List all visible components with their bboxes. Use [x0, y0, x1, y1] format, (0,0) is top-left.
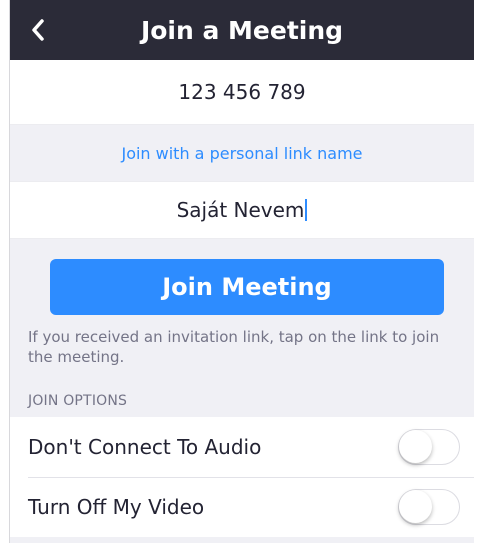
personal-link-button[interactable]: Join with a personal link name [10, 125, 474, 181]
option-dont-connect-audio: Don't Connect To Audio [10, 417, 474, 477]
join-options-header: JOIN OPTIONS [28, 393, 128, 409]
join-meeting-button[interactable]: Join Meeting [50, 259, 444, 315]
option-label: Turn Off My Video [28, 495, 205, 519]
option-turn-off-video: Turn Off My Video [10, 477, 474, 537]
display-name-value: Saját Nevem [176, 198, 305, 222]
display-name-input[interactable]: Saját Nevem [10, 181, 474, 239]
option-label: Don't Connect To Audio [28, 435, 262, 459]
page-title: Join a Meeting [140, 15, 344, 45]
meeting-id-input[interactable]: 123 456 789 [10, 60, 474, 125]
video-toggle[interactable] [398, 489, 460, 525]
chevron-left-icon [32, 19, 44, 41]
audio-toggle[interactable] [398, 429, 460, 465]
meeting-id-value: 123 456 789 [178, 80, 306, 104]
join-button-container: Join Meeting [10, 239, 474, 315]
back-button[interactable] [22, 12, 54, 48]
navigation-bar: Join a Meeting [10, 0, 474, 60]
toggle-knob [399, 430, 432, 463]
text-cursor [305, 199, 308, 221]
toggle-knob [399, 490, 432, 523]
join-meeting-screen: Join a Meeting 123 456 789 Join with a p… [9, 0, 474, 543]
join-options-list: Don't Connect To Audio Turn Off My Video [10, 417, 474, 537]
invitation-hint: If you received an invitation link, tap … [28, 328, 440, 366]
